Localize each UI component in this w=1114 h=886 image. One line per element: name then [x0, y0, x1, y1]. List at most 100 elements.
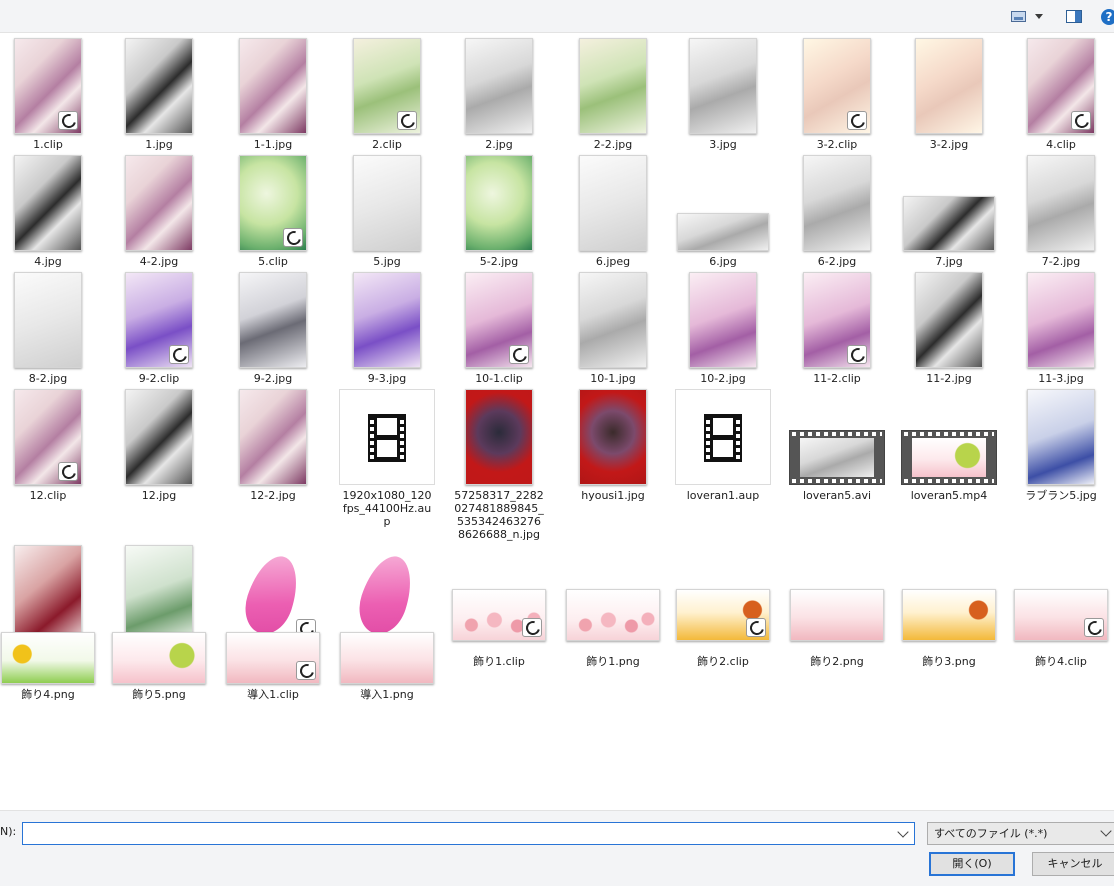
file-thumbnail — [1027, 38, 1095, 134]
file-name-label: 10-1.jpg — [590, 372, 636, 385]
file-thumbnail — [790, 589, 884, 641]
file-name-label: 12-2.jpg — [250, 489, 296, 502]
file-name-label: 飾り2.png — [810, 655, 864, 668]
file-name-label: 7.jpg — [935, 255, 963, 268]
filetype-select[interactable]: すべてのファイル (*.*) — [927, 822, 1114, 845]
file-name-label: 4-2.jpg — [139, 255, 179, 268]
file-thumbnail — [915, 272, 983, 368]
file-thumbnail — [14, 155, 82, 251]
file-name-label: 6.jpg — [709, 255, 737, 268]
help-icon[interactable]: ? — [1101, 9, 1114, 25]
file-thumbnail — [566, 589, 660, 641]
file-thumbnail — [579, 389, 647, 485]
file-name-label: 導入1.png — [360, 688, 414, 701]
file-thumbnail — [226, 632, 320, 684]
file-name-label: 3-2.jpg — [929, 138, 969, 151]
file-thumbnail — [353, 155, 421, 251]
clip-studio-icon — [509, 345, 529, 364]
file-name-label: 5.clip — [258, 255, 288, 268]
file-thumbnail — [14, 389, 82, 485]
file-name-label: 飾り4.clip — [1035, 655, 1087, 668]
change-view-icon[interactable] — [1011, 9, 1047, 25]
clip-studio-icon — [746, 618, 766, 637]
file-name-label: 飾り4.png — [21, 688, 75, 701]
file-name-label: 57258317_2282027481889845_53534246327686… — [454, 489, 544, 541]
file-thumbnail — [239, 389, 307, 485]
chevron-down-icon — [1035, 14, 1043, 19]
file-name-label: 導入1.clip — [247, 688, 299, 701]
video-thumbnail — [789, 430, 885, 485]
file-name-label: 3-2.clip — [816, 138, 858, 151]
clip-studio-icon — [169, 345, 189, 364]
file-name-label: ラブラン5.jpg — [1025, 489, 1097, 502]
file-thumbnail — [14, 545, 82, 641]
clip-studio-icon — [283, 228, 303, 247]
file-name-label: 飾り2.clip — [697, 655, 749, 668]
file-thumbnail — [1014, 589, 1108, 641]
file-thumbnail — [579, 155, 647, 251]
file-thumbnail — [902, 589, 996, 641]
file-thumbnail — [239, 155, 307, 251]
file-thumbnail — [227, 549, 319, 641]
file-thumbnail — [112, 632, 206, 684]
file-thumbnail — [465, 155, 533, 251]
file-thumbnail — [689, 38, 757, 134]
clip-studio-icon — [847, 111, 867, 130]
file-name-label: 12.clip — [29, 489, 67, 502]
file-name-label: hyousi1.jpg — [581, 489, 645, 502]
filename-label: N): — [0, 825, 17, 838]
file-thumbnail — [1, 632, 95, 684]
file-thumbnail — [1027, 155, 1095, 251]
file-name-label: 3.jpg — [709, 138, 737, 151]
file-grid: 1.clip 1.jpg 1-1.jpg 2.clip 2.jpg 2-2.jpg 3.jp… — [0, 33, 1114, 810]
file-thumbnail — [353, 272, 421, 368]
file-name-label: 2.clip — [372, 138, 402, 151]
file-name-label: 9-3.jpg — [367, 372, 407, 385]
clip-studio-icon — [397, 111, 417, 130]
file-name-label: 2.jpg — [485, 138, 513, 151]
file-thumbnail — [803, 272, 871, 368]
file-thumbnail — [915, 38, 983, 134]
file-thumbnail — [353, 38, 421, 134]
file-name-label: 5-2.jpg — [479, 255, 519, 268]
filename-input[interactable] — [22, 822, 915, 845]
file-name-label: 4.jpg — [34, 255, 62, 268]
file-name-label: 4.clip — [1046, 138, 1076, 151]
cancel-button[interactable]: キャンセル — [1032, 852, 1114, 876]
bottom-bar: N): すべてのファイル (*.*) 開く(O) キャンセル — [0, 810, 1114, 886]
file-name-label: 6.jpeg — [595, 255, 631, 268]
file-thumbnail — [125, 272, 193, 368]
preview-pane-icon[interactable] — [1066, 10, 1082, 23]
file-name-label: 7-2.jpg — [1041, 255, 1081, 268]
file-name-label: 2-2.jpg — [593, 138, 633, 151]
file-name-label: 6-2.jpg — [817, 255, 857, 268]
file-thumbnail — [677, 213, 769, 251]
file-thumbnail — [1027, 389, 1095, 485]
file-thumbnail — [1027, 272, 1095, 368]
file-name-label: loveran5.mp4 — [910, 489, 988, 502]
file-thumbnail — [465, 272, 533, 368]
file-thumbnail — [803, 155, 871, 251]
file-thumbnail — [676, 589, 770, 641]
toolbar: ? — [0, 0, 1114, 33]
file-thumbnail — [903, 196, 995, 251]
file-name-label: 8-2.jpg — [28, 372, 68, 385]
video-thumbnail — [901, 430, 997, 485]
open-button[interactable]: 開く(O) — [929, 852, 1015, 876]
file-name-label: 11-3.jpg — [1038, 372, 1084, 385]
file-thumbnail — [803, 38, 871, 134]
file-name-label: 1920x1080_120fps_44100Hz.aup — [342, 489, 432, 528]
file-thumbnail — [465, 38, 533, 134]
clip-studio-icon — [522, 618, 542, 637]
clip-studio-icon — [58, 111, 78, 130]
video-file-icon — [339, 389, 435, 485]
file-name-label: 10-2.jpg — [700, 372, 746, 385]
file-thumbnail — [452, 589, 546, 641]
file-name-label: loveran5.avi — [802, 489, 872, 502]
video-file-icon — [675, 389, 771, 485]
file-name-label: 9-2.clip — [138, 372, 180, 385]
clip-studio-icon — [58, 462, 78, 481]
file-name-label: 5.jpg — [373, 255, 401, 268]
file-name-label: 1.jpg — [145, 138, 173, 151]
view-thumbnail-icon — [1011, 11, 1026, 22]
